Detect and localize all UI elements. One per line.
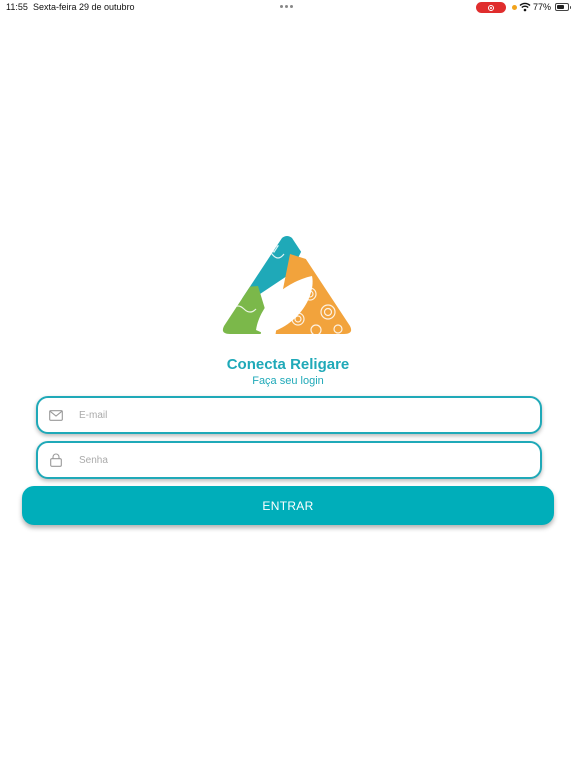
password-input[interactable] bbox=[77, 442, 540, 478]
login-subtitle: Faça seu login bbox=[252, 375, 324, 387]
orange-dot-icon bbox=[512, 5, 517, 10]
dots-icon[interactable] bbox=[280, 5, 293, 8]
login-screen: 11:55 Sexta-feira 29 de outubro 77% Cone… bbox=[0, 0, 576, 768]
app-title: Conecta Religare bbox=[226, 356, 350, 373]
email-input[interactable] bbox=[77, 397, 540, 433]
battery-fill bbox=[557, 5, 565, 9]
login-button[interactable]: ENTRAR bbox=[22, 486, 554, 525]
envelope-icon bbox=[49, 408, 63, 422]
battery-icon bbox=[555, 3, 571, 11]
status-bar: 11:55 Sexta-feira 29 de outubro 77% bbox=[0, 0, 576, 16]
email-field[interactable] bbox=[36, 396, 542, 434]
status-time: 11:55 bbox=[6, 2, 28, 12]
logo-triangle-icon bbox=[222, 236, 352, 334]
password-field[interactable] bbox=[36, 441, 542, 479]
screen-record-icon[interactable] bbox=[476, 2, 506, 13]
status-date: Sexta-feira 29 de outubro bbox=[33, 2, 135, 12]
lock-icon bbox=[49, 453, 63, 467]
battery-percent: 77% bbox=[533, 2, 552, 12]
wifi-icon bbox=[519, 2, 531, 12]
